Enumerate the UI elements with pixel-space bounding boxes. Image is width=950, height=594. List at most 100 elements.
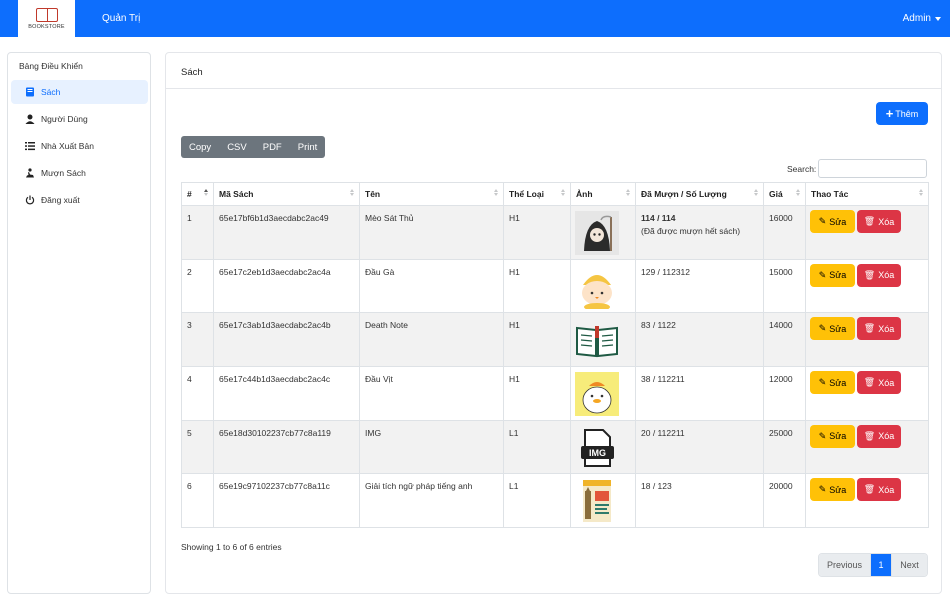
edit-button[interactable]: ✎ Sửa: [810, 263, 855, 287]
delete-button[interactable]: 🗑 Xóa: [857, 371, 901, 395]
edit-button[interactable]: ✎ Sửa: [810, 371, 855, 395]
delete-button[interactable]: 🗑 Xóa: [857, 424, 901, 448]
reaper-cat-image: [575, 211, 619, 255]
export-button-group: Copy CSV PDF Print: [181, 136, 326, 158]
cell-actions: ✎ Sửa 🗑 Xóa: [805, 473, 929, 529]
delete-button[interactable]: 🗑 Xóa: [857, 478, 901, 502]
column-header-category[interactable]: Thể Loại: [503, 182, 571, 206]
user-name: Admin: [902, 13, 931, 24]
sidebar-item-label: Mượn Sách: [41, 168, 86, 178]
cell-image: [570, 366, 636, 421]
trash-icon: 🗑: [863, 484, 876, 495]
borrow-count: 18 / 123: [641, 481, 672, 492]
cell-number: 1: [181, 205, 214, 260]
book-logo-icon: [35, 7, 58, 22]
edit-button[interactable]: ✎ Sửa: [810, 478, 855, 502]
open-book-image: [575, 318, 619, 363]
sidebar-item-label: Người Dùng: [41, 114, 88, 124]
delete-button[interactable]: 🗑 Xóa: [857, 263, 901, 287]
cell-image: [570, 205, 636, 260]
sort-icon: [561, 189, 565, 196]
cell-name: Đầu Gà: [359, 258, 504, 314]
edit-button[interactable]: ✎ Sửa: [810, 317, 855, 341]
edit-button[interactable]: ✎ Sửa: [810, 210, 855, 233]
borrow-count: 38 / 112211: [641, 374, 685, 385]
print-button[interactable]: Print: [290, 136, 326, 158]
column-header-borrow[interactable]: Đã Mượn / Số Lượng: [635, 182, 764, 206]
sidebar-item-users[interactable]: Người Dùng: [11, 107, 148, 131]
page-1-button[interactable]: 1: [871, 554, 891, 576]
column-header-price[interactable]: Giá: [763, 182, 806, 206]
power-icon: [25, 195, 35, 205]
add-book-button[interactable]: + Thêm: [876, 102, 928, 125]
books-card: Sách + Thêm Copy CSV PDF Print Search: #…: [165, 52, 942, 594]
trash-icon: 🗑: [863, 430, 876, 441]
delete-button[interactable]: 🗑 Xóa: [857, 317, 901, 341]
cell-borrow: 83 / 1122: [635, 312, 764, 368]
borrow-count: 114 / 114: [641, 213, 676, 223]
edit-button[interactable]: ✎ Sửa: [810, 424, 855, 448]
book-icon: [25, 87, 35, 97]
cell-price: 16000: [763, 205, 806, 260]
borrow-count: 20 / 112211: [641, 427, 685, 438]
column-header-id[interactable]: Mã Sách: [213, 182, 360, 206]
cell-name: Đầu Vịt: [359, 366, 504, 421]
cell-borrow: 18 / 123: [635, 473, 764, 529]
cell-name: Death Note: [359, 312, 504, 368]
cell-category: H1: [503, 366, 571, 421]
brand-text: BOOKSTORE: [28, 23, 65, 30]
cell-id: 65e17c44b1d3aecdabc2ac4c: [213, 366, 360, 421]
cell-borrow: 114 / 114 (Đã được mượn hết sách): [635, 205, 764, 260]
user-icon: [25, 114, 35, 124]
sort-icon: [796, 189, 800, 196]
top-navbar: BOOKSTORE Quản Trị Admin: [0, 0, 950, 37]
column-header-actions[interactable]: Thao Tác: [805, 182, 929, 206]
next-page-button[interactable]: Next: [891, 554, 927, 576]
sort-icon: [350, 189, 354, 196]
sidebar-item-publishers[interactable]: Nhà Xuất Bản: [11, 134, 148, 158]
borrow-icon: [25, 168, 35, 178]
sort-icon: [754, 189, 758, 196]
pencil-icon: ✎: [818, 430, 827, 441]
pencil-icon: ✎: [818, 216, 827, 226]
cell-borrow: 129 / 112312: [635, 258, 764, 314]
sort-icon: [919, 189, 923, 196]
cell-actions: ✎ Sửa 🗑 Xóa: [805, 366, 929, 421]
column-header-name[interactable]: Tên: [359, 182, 504, 206]
column-header-image[interactable]: Ảnh: [570, 182, 636, 206]
cell-id: 65e17bf6b1d3aecdabc2ac49: [213, 205, 360, 260]
cell-actions: ✎ Sửa 🗑 Xóa: [805, 312, 929, 368]
cell-image: [570, 312, 636, 368]
search-label: Search:: [787, 164, 817, 174]
card-header: Sách: [166, 53, 941, 89]
column-header-number[interactable]: #: [181, 182, 214, 206]
sidebar-item-logout[interactable]: Đăng xuất: [11, 188, 148, 212]
pencil-icon: ✎: [818, 323, 827, 334]
cell-category: H1: [503, 205, 571, 260]
cell-id: 65e18d30102237cb77c8a119: [213, 419, 360, 475]
previous-page-button[interactable]: Previous: [819, 554, 871, 576]
sidebar-item-borrow[interactable]: Mượn Sách: [11, 161, 148, 185]
borrow-note: (Đã được mượn hết sách): [641, 226, 741, 236]
page-title: Sách: [181, 67, 203, 78]
cell-id: 65e17c3ab1d3aecdabc2ac4b: [213, 312, 360, 368]
pagination: Previous 1 Next: [818, 553, 928, 577]
sidebar-item-books[interactable]: Sách: [11, 80, 148, 104]
pdf-button[interactable]: PDF: [255, 136, 290, 158]
trash-icon: 🗑: [863, 216, 876, 226]
copy-button[interactable]: Copy: [181, 136, 219, 158]
sidebar-item-label: Đăng xuất: [41, 195, 80, 205]
cell-number: 2: [181, 258, 214, 314]
list-icon: [25, 141, 35, 151]
books-table: # Mã Sách Tên Thể Loại Ảnh Đã Mượn / Số …: [181, 182, 929, 529]
nav-title[interactable]: Quản Trị: [102, 13, 140, 24]
user-menu[interactable]: Admin: [903, 13, 941, 24]
duck-image: [575, 372, 619, 417]
csv-button[interactable]: CSV: [219, 136, 255, 158]
search-input[interactable]: [818, 159, 927, 178]
cell-price: 15000: [763, 258, 806, 314]
cell-id: 65e19c97102237cb77c8a11c: [213, 473, 360, 529]
cell-price: 14000: [763, 312, 806, 368]
brand-logo[interactable]: BOOKSTORE: [18, 0, 75, 37]
delete-button[interactable]: 🗑 Xóa: [857, 210, 901, 233]
